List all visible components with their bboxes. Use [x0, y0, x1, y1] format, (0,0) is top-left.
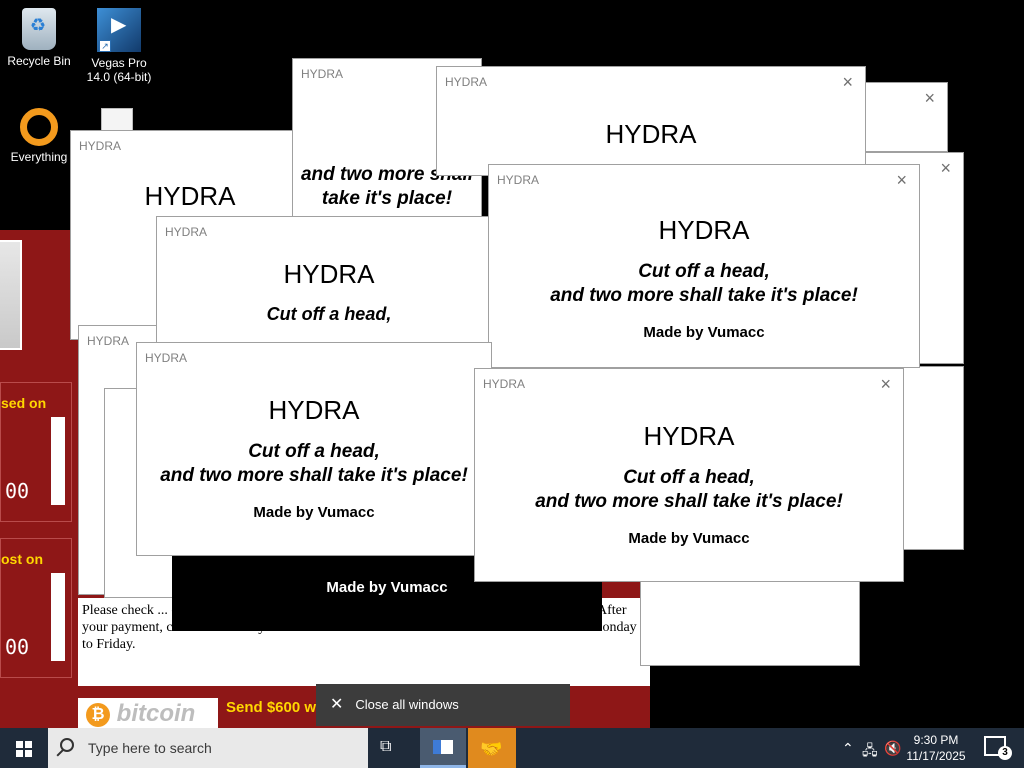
notification-center-icon[interactable]: 3 [984, 736, 1012, 760]
hydra-heading: HYDRA [268, 395, 360, 425]
window-title: HYDRA [165, 225, 208, 239]
bitcoin-icon: ₿ [86, 702, 110, 727]
close-icon[interactable]: × [896, 170, 907, 191]
files-lost-panel: ost on 00 [0, 538, 72, 678]
window-title: HYDRA [79, 139, 122, 153]
bitcoin-label: bitcoin [116, 700, 196, 727]
start-button[interactable] [0, 728, 48, 768]
taskbar: Type here to search ⧉ 🤝 ⌃ 🖧 🔇 9:30 PM 11… [0, 728, 1024, 768]
countdown-timer: 00 [5, 479, 30, 503]
close-all-windows-button[interactable]: ✕ Close all windows [316, 684, 570, 726]
hydra-heading: HYDRA [643, 421, 735, 451]
window-title: HYDRA [145, 351, 188, 365]
system-clock[interactable]: 9:30 PM 11/17/2025 [904, 732, 968, 764]
search-icon [60, 738, 74, 752]
desktop-icon-vegas-pro[interactable]: ↗ Vegas Pro 14.0 (64-bit) [80, 8, 158, 84]
shortcut-arrow-icon: ↗ [99, 40, 111, 52]
hydra-credit: Made by Vumacc [326, 579, 448, 596]
close-all-label: Close all windows [355, 697, 459, 712]
close-icon[interactable]: × [880, 374, 891, 395]
hydra-credit: Made by Vumacc [643, 324, 765, 341]
taskbar-app-handshake[interactable]: 🤝 [468, 728, 516, 768]
hydra-slogan-line1: Cut off a head, [623, 467, 755, 488]
hydra-credit: Made by Vumacc [628, 530, 750, 547]
hydra-window[interactable]: HYDRA HYDRA Cut off a head, [156, 216, 502, 348]
bitcoin-logo: ₿ bitcoin [78, 698, 218, 730]
windows-logo-icon [16, 741, 32, 757]
window-title: HYDRA [301, 67, 344, 81]
task-view-icon[interactable]: ⧉ [380, 738, 402, 758]
countdown-timer: 00 [5, 635, 30, 659]
chevron-up-icon[interactable]: ⌃ [842, 740, 854, 757]
volume-muted-icon[interactable]: 🔇 [884, 740, 901, 757]
taskbar-app-hydra[interactable] [420, 728, 466, 768]
search-box[interactable]: Type here to search [48, 728, 368, 768]
app-window-icon [433, 740, 453, 754]
window-titlebar[interactable]: HYDRA × [437, 67, 865, 95]
desktop-icon-label: Everything [10, 150, 68, 164]
window-title: HYDRA [497, 173, 540, 187]
hydra-credit: Made by Vumacc [253, 504, 375, 521]
close-icon[interactable]: × [940, 158, 951, 179]
desktop-icon-recycle-bin[interactable]: Recycle Bin [0, 8, 78, 68]
hydra-heading: HYDRA [605, 119, 697, 149]
hydra-slogan-line2: and two more shall take it's place! [160, 465, 468, 486]
handshake-icon: 🤝 [480, 739, 503, 759]
clock-date: 11/17/2025 [906, 749, 966, 763]
hydra-window[interactable] [900, 366, 964, 550]
desktop-icon-label: Vegas Pro 14.0 (64-bit) [86, 56, 152, 84]
hydra-heading: HYDRA [658, 215, 750, 245]
window-titlebar[interactable]: HYDRA × [489, 165, 919, 193]
close-icon[interactable]: × [842, 72, 853, 93]
payment-raised-panel: sed on 00 [0, 382, 72, 522]
hydra-slogan-line1: Cut off a head, [638, 261, 770, 282]
window-title: HYDRA [483, 377, 526, 391]
hydra-slogan: Cut off a head, [266, 304, 392, 324]
window-titlebar[interactable]: HYDRA [137, 343, 491, 371]
hydra-heading: HYDRA [144, 181, 236, 211]
hydra-window[interactable]: HYDRA × HYDRA Cut off a head, and two more… [474, 368, 904, 582]
hydra-window[interactable]: HYDRA × HYDRA Cut off a head, and two more… [488, 164, 920, 368]
hydra-window[interactable]: × [860, 82, 948, 152]
desktop-icon-everything[interactable]: Everything [0, 108, 78, 164]
search-placeholder: Type here to search [88, 740, 212, 756]
window-titlebar[interactable]: HYDRA × [475, 369, 903, 397]
hydra-slogan-line2: and two more shall take it's place! [535, 491, 843, 512]
notification-count-badge: 3 [998, 746, 1012, 760]
lock-image [0, 240, 22, 350]
vegas-pro-icon: ↗ [97, 8, 141, 52]
hydra-slogan-line1: Cut off a head, [248, 441, 380, 462]
countdown-label: sed on [1, 395, 47, 411]
network-icon[interactable]: 🖧 [862, 740, 878, 764]
hydra-window[interactable]: HYDRA HYDRA Cut off a head, and two more … [136, 342, 492, 556]
everything-search-icon [20, 108, 58, 146]
hydra-window[interactable]: HYDRA × HYDRA [436, 66, 866, 176]
close-icon: ✕ [330, 696, 344, 713]
close-icon[interactable]: × [924, 88, 935, 109]
countdown-bar [51, 417, 65, 505]
desktop-icon-label: Recycle Bin [7, 54, 71, 68]
countdown-bar [51, 573, 65, 661]
window-titlebar[interactable]: HYDRA [71, 131, 309, 159]
window-titlebar[interactable]: HYDRA [157, 217, 501, 245]
recycle-bin-icon [22, 8, 56, 50]
window-title: HYDRA [445, 75, 488, 89]
clock-time: 9:30 PM [913, 733, 959, 747]
countdown-label: ost on [1, 551, 43, 567]
hydra-slogan-line2: and two more shall take it's place! [550, 285, 858, 306]
send-amount-label: Send $600 w [226, 699, 317, 716]
hydra-heading: HYDRA [283, 259, 375, 289]
window-title: HYDRA [87, 334, 130, 348]
